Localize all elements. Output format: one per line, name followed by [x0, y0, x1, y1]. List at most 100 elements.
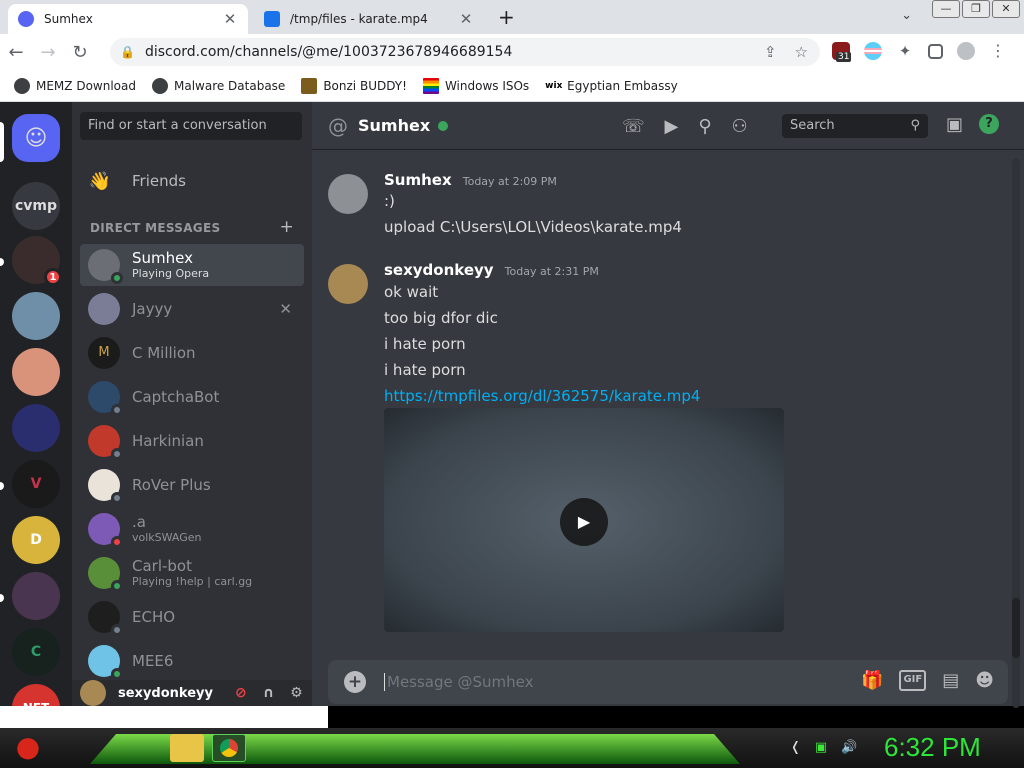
reload-icon[interactable]: ↻ [64, 42, 96, 63]
bookmark-label: Egyptian Embassy [567, 78, 678, 93]
mute-microphone-icon[interactable]: ⊘ [235, 685, 247, 701]
message-composer[interactable]: + Message @Sumhex 🎁 GIF ▤ ☻ [328, 660, 1008, 704]
create-dm-plus-icon[interactable]: + [279, 217, 294, 237]
bookmark-star-icon[interactable]: ☆ [795, 43, 808, 61]
avatar: M [88, 337, 120, 369]
settings-gear-icon[interactable]: ⚙ [290, 685, 303, 701]
gif-button[interactable]: GIF [899, 670, 927, 691]
dm-item-mee6[interactable]: MEE6 [80, 640, 304, 682]
dm-name: Carl-bot [132, 557, 192, 575]
voice-call-icon[interactable]: ☏ [622, 116, 645, 137]
valorant-server-icon[interactable]: V [12, 460, 60, 508]
avatar [88, 601, 123, 636]
gift-icon[interactable]: 🎁 [861, 670, 883, 691]
share-icon[interactable]: ⇪ [764, 43, 777, 61]
avatar[interactable] [80, 680, 106, 706]
message-author[interactable]: Sumhex [384, 171, 452, 189]
profile-avatar-icon[interactable] [957, 42, 975, 60]
avatar [88, 513, 123, 548]
bookmark-malware-db[interactable]: Malware Database [151, 77, 285, 94]
message-link[interactable]: https://tmpfiles.org/dl/362575/karate.mp… [384, 387, 700, 405]
dm-item-sumhex[interactable]: Sumhex Playing Opera [80, 244, 304, 286]
angry-bird-start-icon[interactable]: ● [8, 730, 48, 766]
volume-icon[interactable]: 🔊 [841, 740, 857, 755]
header-search-input[interactable]: Search ⚲ [782, 114, 928, 138]
taskbar-clock[interactable]: 6:32 PM [884, 732, 981, 763]
puzzle-extensions-icon[interactable]: ✦ [896, 42, 914, 60]
scrollbar-thumb[interactable] [1012, 598, 1020, 658]
help-icon[interactable]: ? [979, 114, 1000, 134]
chrome-taskbar-icon[interactable] [212, 734, 246, 762]
server-avatar[interactable]: C [12, 628, 60, 676]
dm-item-captchabot[interactable]: CaptchaBot [80, 376, 304, 418]
dm-item-a[interactable]: .a volkSWAGen [80, 508, 304, 550]
bookmark-windows-isos[interactable]: Windows ISOs [422, 77, 529, 94]
discord-home-icon[interactable]: ☺ [12, 114, 60, 162]
dm-item-carl-bot[interactable]: Carl-bot Playing !help | carl.gg [80, 552, 304, 594]
dm-name: Jayyy [132, 300, 173, 318]
url-text[interactable]: discord.com/channels/@me/100372367894668… [145, 44, 512, 60]
message-input[interactable]: Message @Sumhex [384, 673, 534, 691]
current-username[interactable]: sexydonkeyy [118, 686, 213, 701]
close-window-button[interactable]: ✕ [992, 0, 1020, 18]
minimize-button[interactable]: — [932, 0, 960, 18]
network-icon[interactable]: ▣ [815, 740, 827, 755]
friends-button[interactable]: 👋 Friends [80, 164, 304, 198]
inbox-icon[interactable]: ▣ [946, 114, 963, 135]
message-author[interactable]: sexydonkeyy [384, 261, 494, 279]
dm-item-harkinian[interactable]: Harkinian [80, 420, 304, 462]
new-tab-button[interactable]: + [498, 5, 515, 29]
dm-item-c-million[interactable]: M C Million [80, 332, 304, 374]
avatar[interactable] [328, 264, 368, 304]
bookmark-memz[interactable]: MEMZ Download [14, 77, 136, 94]
sticker-icon[interactable]: ▤ [942, 670, 959, 691]
tab-close-icon[interactable]: ✕ [222, 10, 238, 28]
restore-button[interactable]: ❐ [962, 0, 990, 18]
pin-icon[interactable]: ⚲ [698, 116, 711, 137]
friends-label: Friends [132, 172, 186, 190]
address-bar[interactable]: 🔒 discord.com/channels/@me/1003723678946… [110, 38, 820, 66]
kebab-menu-icon[interactable]: ⋮ [989, 42, 1007, 60]
server-avatar[interactable] [12, 348, 60, 396]
lock-icon[interactable]: 🔒 [120, 45, 135, 59]
server-cvmp[interactable]: cvmp [12, 182, 60, 230]
bookmark-bonzi[interactable]: Bonzi BUDDY! [301, 77, 407, 94]
dm-item-echo[interactable]: ECHO [80, 596, 304, 638]
avatar[interactable] [328, 174, 368, 214]
forward-arrow-icon[interactable]: → [32, 42, 64, 63]
server-avatar[interactable]: D [12, 516, 60, 564]
server-avatar[interactable] [12, 572, 60, 620]
bookmark-egyptian-embassy[interactable]: wix Egyptian Embassy [545, 77, 678, 94]
scrollbar-track[interactable] [1012, 158, 1020, 708]
dm-sidebar: Find or start a conversation 👋 Friends D… [72, 102, 312, 706]
dm-item-rover-plus[interactable]: RoVer Plus [80, 464, 304, 506]
side-panel-icon[interactable] [928, 43, 943, 59]
video-call-icon[interactable]: ▶ [665, 116, 679, 137]
dm-name: CaptchaBot [132, 388, 220, 406]
offline-status-icon [111, 492, 123, 504]
play-icon[interactable]: ▶ [560, 498, 608, 546]
close-dm-icon[interactable]: ✕ [279, 300, 292, 318]
file-explorer-icon[interactable] [170, 734, 204, 762]
flag-extension-icon[interactable] [864, 42, 882, 60]
tab-close-icon[interactable]: ✕ [458, 10, 474, 28]
dm-search-input[interactable]: Find or start a conversation [80, 112, 302, 140]
back-arrow-icon[interactable]: ← [0, 42, 32, 63]
dm-item-jayyy[interactable]: Jayyy ✕ [80, 288, 304, 330]
direct-messages-header: DIRECT MESSAGES + [90, 217, 294, 237]
tab-tmpfiles[interactable]: /tmp/files - karate.mp4 ✕ [254, 4, 484, 34]
tab-sumhex[interactable]: Sumhex ✕ [8, 4, 248, 34]
headphones-icon[interactable]: ∩ [263, 685, 274, 701]
server-avatar[interactable]: 1 [12, 236, 62, 286]
avatar [88, 293, 120, 325]
tray-chevron-icon[interactable]: ❬ [790, 740, 801, 755]
emoji-icon[interactable]: ☻ [975, 670, 994, 691]
server-avatar[interactable] [12, 404, 60, 452]
tab-title: Sumhex [44, 12, 93, 26]
video-embed[interactable]: ▶ [384, 408, 784, 632]
online-status-icon [111, 272, 123, 284]
server-avatar[interactable] [12, 292, 60, 340]
attach-plus-icon[interactable]: + [344, 671, 366, 693]
add-friend-icon[interactable]: ⚇ [732, 116, 748, 137]
tab-search-button[interactable]: ⌄ [901, 8, 912, 23]
